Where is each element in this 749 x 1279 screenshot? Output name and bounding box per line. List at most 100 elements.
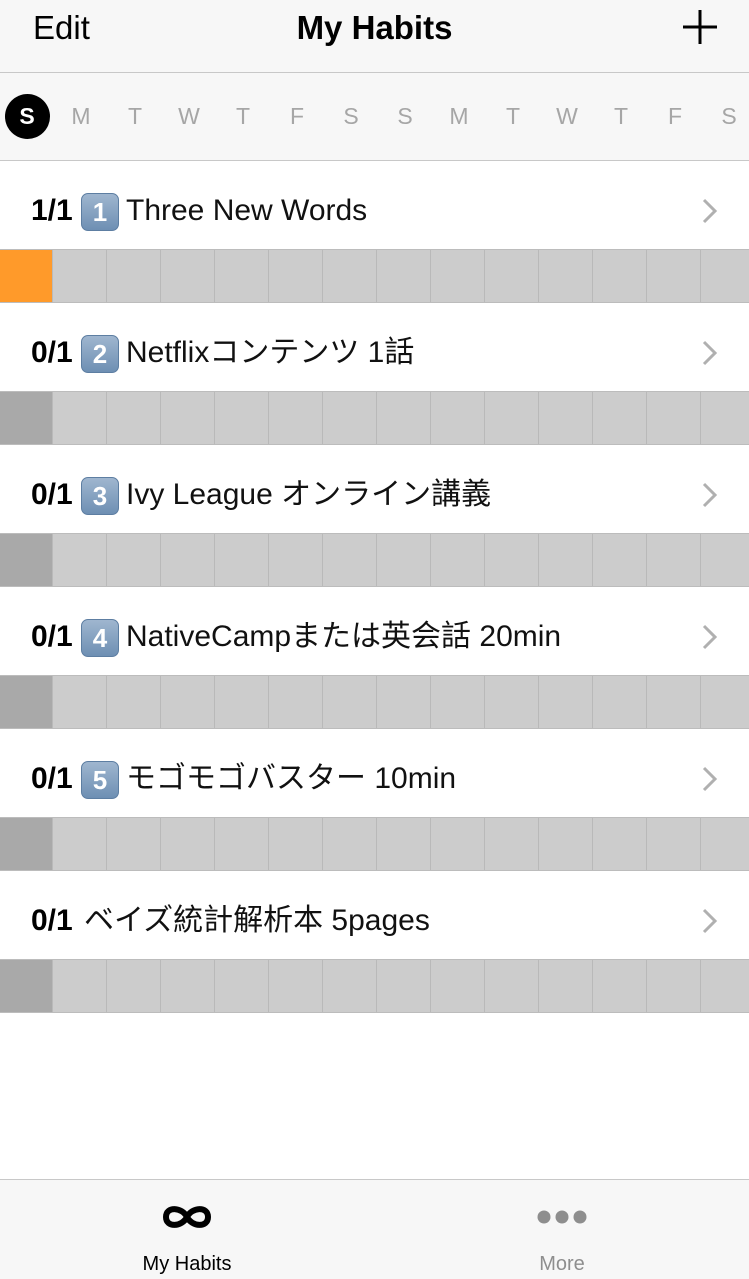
- day-cell[interactable]: [540, 250, 593, 302]
- day-cell[interactable]: [594, 392, 647, 444]
- day-cell[interactable]: [648, 818, 701, 870]
- day-cell[interactable]: [432, 676, 485, 728]
- day-cell[interactable]: [594, 818, 647, 870]
- day-cell[interactable]: [540, 392, 593, 444]
- day-cell[interactable]: [270, 250, 323, 302]
- day-cell-today[interactable]: [0, 392, 53, 444]
- day-cell[interactable]: [378, 960, 431, 1012]
- day-cell[interactable]: [594, 676, 647, 728]
- day-label: F: [667, 103, 683, 129]
- day-cell[interactable]: [108, 676, 161, 728]
- day-cell[interactable]: [702, 818, 749, 870]
- day-cell[interactable]: [108, 534, 161, 586]
- day-cell[interactable]: [540, 534, 593, 586]
- day-cell[interactable]: [378, 392, 431, 444]
- chevron-right-icon: [702, 340, 718, 366]
- day-cell[interactable]: [540, 960, 593, 1012]
- tab-more[interactable]: More: [437, 1180, 687, 1279]
- habit-row[interactable]: 0/1 3 Ivy League オンライン講義: [0, 445, 749, 533]
- day-cell-today[interactable]: [0, 676, 53, 728]
- habit-row[interactable]: 1/1 1 Three New Words: [0, 161, 749, 249]
- day-cell[interactable]: [648, 960, 701, 1012]
- day-cell[interactable]: [324, 392, 377, 444]
- day-cell[interactable]: [54, 818, 107, 870]
- day-cell[interactable]: [486, 534, 539, 586]
- day-cell[interactable]: [162, 250, 215, 302]
- day-cell[interactable]: [594, 960, 647, 1012]
- day-cell[interactable]: [486, 676, 539, 728]
- day-cell[interactable]: [378, 818, 431, 870]
- tab-my-habits[interactable]: My Habits: [62, 1180, 312, 1279]
- day-cell[interactable]: [270, 534, 323, 586]
- day-cell[interactable]: [648, 250, 701, 302]
- day-cell[interactable]: [378, 250, 431, 302]
- day-cell[interactable]: [162, 392, 215, 444]
- day-cell[interactable]: [216, 250, 269, 302]
- habit-name: モゴモゴバスター 10min: [126, 762, 457, 795]
- day-cell[interactable]: [108, 818, 161, 870]
- habit-row[interactable]: 0/1 2 Netflixコンテンツ 1話: [0, 303, 749, 391]
- day-cell[interactable]: [324, 818, 377, 870]
- day-cell[interactable]: [270, 676, 323, 728]
- habit-row[interactable]: 0/1 5 モゴモゴバスター 10min: [0, 729, 749, 817]
- day-cell[interactable]: [702, 676, 749, 728]
- day-cell[interactable]: [648, 676, 701, 728]
- day-cell[interactable]: [486, 818, 539, 870]
- day-cell-today[interactable]: [0, 818, 53, 870]
- day-cell[interactable]: [540, 676, 593, 728]
- day-cell[interactable]: [108, 392, 161, 444]
- day-cell[interactable]: [540, 818, 593, 870]
- day-cell[interactable]: [486, 392, 539, 444]
- day-cell[interactable]: [594, 534, 647, 586]
- day-cell[interactable]: [432, 392, 485, 444]
- day-cell[interactable]: [432, 250, 485, 302]
- day-cell-done[interactable]: [0, 250, 53, 302]
- day-cell[interactable]: [54, 392, 107, 444]
- day-cell[interactable]: [270, 960, 323, 1012]
- habit-name: Ivy League オンライン講義: [126, 478, 492, 511]
- day-cell[interactable]: [648, 534, 701, 586]
- day-cell[interactable]: [54, 250, 107, 302]
- day-cell[interactable]: [216, 960, 269, 1012]
- day-cell[interactable]: [702, 250, 749, 302]
- habit-row[interactable]: 0/1 4 NativeCampまたは英会話 20min: [0, 587, 749, 675]
- day-cell[interactable]: [486, 960, 539, 1012]
- plus-icon: [683, 10, 717, 44]
- add-habit-button[interactable]: [681, 8, 719, 46]
- day-cell[interactable]: [270, 392, 323, 444]
- day-cell[interactable]: [54, 534, 107, 586]
- day-cell-today[interactable]: [0, 960, 53, 1012]
- day-cell[interactable]: [702, 534, 749, 586]
- navigation-bar: Edit My Habits: [0, 0, 749, 73]
- day-cell[interactable]: [324, 676, 377, 728]
- day-cell[interactable]: [216, 676, 269, 728]
- day-cell[interactable]: [162, 818, 215, 870]
- day-cell[interactable]: [270, 818, 323, 870]
- day-cell[interactable]: [432, 818, 485, 870]
- habit-history-grid: [0, 675, 749, 729]
- day-cell[interactable]: [432, 960, 485, 1012]
- day-cell[interactable]: [378, 676, 431, 728]
- day-cell[interactable]: [432, 534, 485, 586]
- day-cell[interactable]: [216, 392, 269, 444]
- day-cell[interactable]: [162, 676, 215, 728]
- day-cell[interactable]: [702, 392, 749, 444]
- day-cell[interactable]: [324, 250, 377, 302]
- day-cell[interactable]: [702, 960, 749, 1012]
- day-cell[interactable]: [162, 534, 215, 586]
- day-cell[interactable]: [108, 250, 161, 302]
- day-cell[interactable]: [54, 960, 107, 1012]
- habit-row[interactable]: 0/1 ベイズ統計解析本 5pages: [0, 871, 749, 959]
- day-cell[interactable]: [54, 676, 107, 728]
- day-cell[interactable]: [648, 392, 701, 444]
- day-cell[interactable]: [216, 818, 269, 870]
- day-cell[interactable]: [378, 534, 431, 586]
- day-cell[interactable]: [216, 534, 269, 586]
- day-cell[interactable]: [594, 250, 647, 302]
- day-cell[interactable]: [162, 960, 215, 1012]
- day-cell[interactable]: [324, 534, 377, 586]
- day-cell[interactable]: [486, 250, 539, 302]
- day-cell[interactable]: [324, 960, 377, 1012]
- day-cell[interactable]: [108, 960, 161, 1012]
- day-cell-today[interactable]: [0, 534, 53, 586]
